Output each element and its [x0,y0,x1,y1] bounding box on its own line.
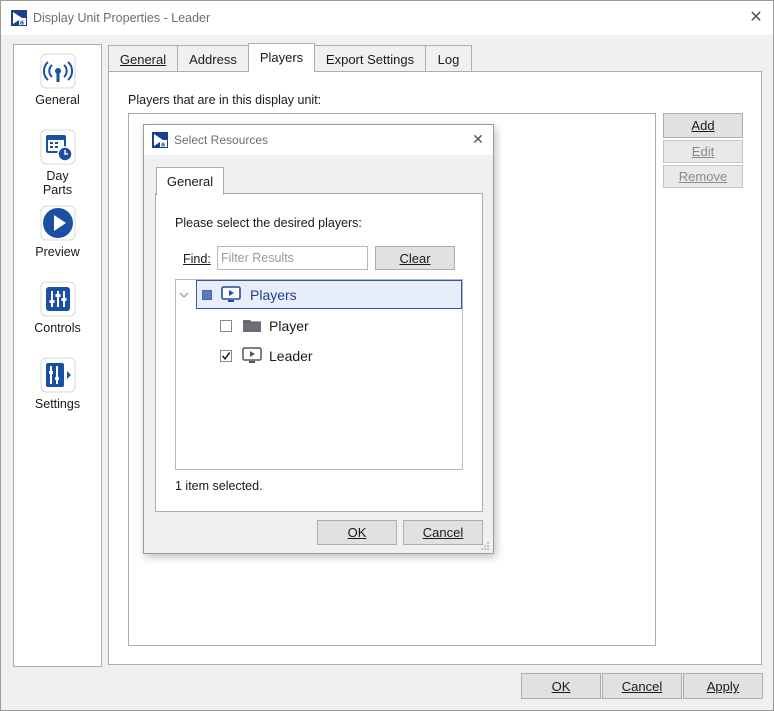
tree-label-player: Player [269,318,309,334]
nav-item-day-parts[interactable]: Day Parts [14,129,101,197]
add-button-label: Add [691,118,715,133]
add-button[interactable]: Add [663,113,743,138]
dialog-ok-button[interactable]: OK [317,520,397,545]
folder-icon [243,320,261,332]
play-icon [40,205,75,241]
clear-button[interactable]: Clear [375,246,455,270]
player-monitor-icon [242,347,262,363]
tab-log-label: Log [437,52,460,67]
dialog-titlebar: a Select Resources ✕ [144,125,493,155]
tab-log[interactable]: Log [425,45,472,71]
tree-label-leader: Leader [269,348,313,364]
svg-text:a: a [161,142,165,149]
apply-button-label: Apply [706,679,740,694]
clear-button-label: Clear [399,251,431,266]
app-logo-icon: a [11,10,27,26]
app-logo-icon: a [152,132,168,148]
players-tree: Players Player Leader [175,279,463,470]
nav-item-preview-label: Preview [35,245,80,259]
find-label-text: Find: [183,252,211,266]
edit-button[interactable]: Edit [663,140,743,163]
calendar-clock-icon [40,129,75,165]
tab-general[interactable]: General [108,45,178,71]
players-list-label: Players that are in this display unit: [128,93,322,107]
nav-item-general[interactable]: General [14,53,101,107]
tab-address-label: Address [189,52,237,67]
resize-grip-icon[interactable] [480,541,490,551]
dialog-ok-label: OK [347,525,367,540]
ok-button[interactable]: OK [521,673,601,699]
dialog-cancel-button[interactable]: Cancel [403,520,483,545]
tree-row-player[interactable]: Player [216,312,462,340]
expand-chevron-icon[interactable] [179,288,189,298]
player-monitor-icon [221,286,241,302]
tab-address[interactable]: Address [177,45,249,71]
sliders-icon [40,281,75,317]
window-titlebar: a Display Unit Properties - Leader ✕ [1,1,773,35]
tree-checkbox-leader[interactable] [220,350,232,362]
checkmark-icon [221,352,231,360]
tab-export-settings[interactable]: Export Settings [314,45,426,71]
edit-button-label: Edit [691,144,715,159]
nav-item-day-parts-line2: Parts [42,183,73,197]
close-icon: ✕ [749,9,763,26]
dialog-tab-general[interactable]: General [156,167,224,195]
apply-button[interactable]: Apply [683,673,763,699]
select-resources-dialog: a Select Resources ✕ General Please sele… [143,124,494,554]
svg-text:a: a [20,20,24,27]
tree-row-leader[interactable]: Leader [216,342,462,370]
broadcast-icon [40,53,75,89]
nav-item-controls-label: Controls [34,321,81,335]
tree-partial-checkbox[interactable] [202,290,212,300]
ok-button-label: OK [551,679,571,694]
dialog-tab-general-label: General [166,174,214,189]
nav-item-controls[interactable]: Controls [14,281,101,335]
remove-button[interactable]: Remove [663,165,743,188]
tree-label-players: Players [250,287,297,303]
nav-item-day-parts-line1: Day [46,169,69,183]
tab-players[interactable]: Players [248,43,315,72]
tab-general-label: General [119,52,167,67]
dialog-prompt: Please select the desired players: [175,216,362,230]
dialog-title: Select Resources [174,133,269,147]
tab-players-label: Players [259,50,304,65]
window-close-button[interactable]: ✕ [745,7,767,29]
tab-export-settings-label: Export Settings [325,52,415,67]
nav-item-settings[interactable]: Settings [14,357,101,411]
nav-item-general-label: General [35,93,80,107]
find-input[interactable] [217,246,368,270]
window-title: Display Unit Properties - Leader [33,11,211,25]
dialog-close-button[interactable]: ✕ [468,129,488,149]
left-nav: General Day Parts Preview Controls Setti… [13,44,102,667]
display-unit-properties-window: a Display Unit Properties - Leader ✕ Gen… [0,0,774,711]
nav-item-settings-label: Settings [34,397,81,411]
tree-row-players[interactable]: Players [196,280,462,309]
find-label: Find: [183,252,211,266]
close-icon: ✕ [472,131,484,147]
tree-checkbox-player[interactable] [220,320,232,332]
remove-button-label: Remove [678,169,728,184]
selection-status: 1 item selected. [175,479,263,493]
cancel-button-label: Cancel [621,679,663,694]
cancel-button[interactable]: Cancel [602,673,682,699]
nav-item-day-parts-label: Day Parts [14,169,101,197]
settings-panel-icon [40,357,75,393]
nav-item-preview[interactable]: Preview [14,205,101,259]
dialog-cancel-label: Cancel [422,525,464,540]
